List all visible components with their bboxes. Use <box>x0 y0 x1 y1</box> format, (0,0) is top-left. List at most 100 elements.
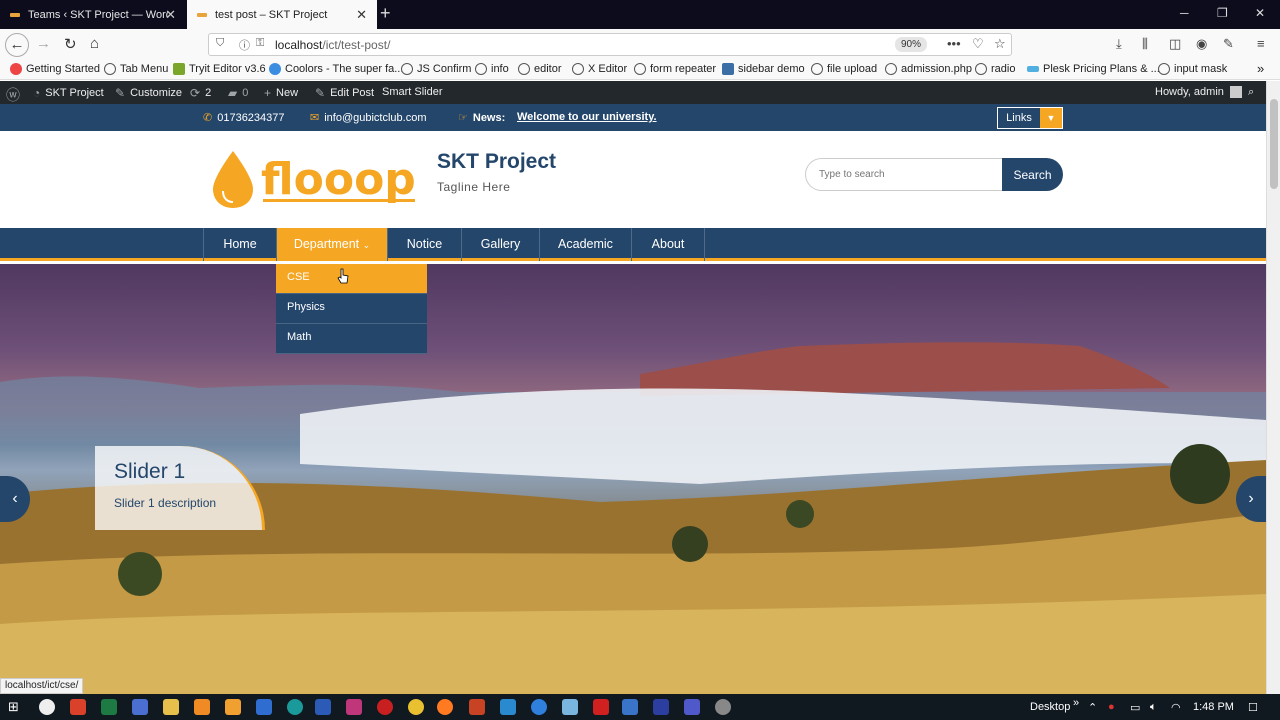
bookmark-item[interactable]: info <box>475 63 509 75</box>
admin-search-icon[interactable]: ⌕ <box>1248 86 1254 99</box>
close-tab-icon[interactable]: ✕ <box>356 7 367 23</box>
wifi-icon[interactable]: ◠ <box>1171 701 1181 714</box>
search-button[interactable]: Search <box>1002 158 1063 191</box>
taskbar-app-icon[interactable] <box>225 699 241 715</box>
bookmark-star-icon[interactable]: ☆ <box>994 36 1006 52</box>
admin-customize-link[interactable]: ✎ Customize <box>115 86 182 100</box>
admin-new-link[interactable]: + New <box>264 86 298 100</box>
taskbar-app-icon[interactable] <box>315 699 331 715</box>
taskbar-app-icon[interactable] <box>287 699 303 715</box>
dropdown-item-cse[interactable]: CSE <box>276 264 427 294</box>
bookmark-item[interactable]: Tryit Editor v3.6 <box>173 63 266 75</box>
taskbar-app-icon[interactable] <box>653 699 669 715</box>
downloads-icon[interactable]: ⤓ <box>1116 36 1122 52</box>
account-icon[interactable]: ◉ <box>1196 36 1207 52</box>
admin-smart-slider-link[interactable]: Smart Slider <box>382 86 443 98</box>
bookmark-item[interactable]: Coolors - The super fa... <box>269 63 403 75</box>
news-link[interactable]: Welcome to our university. <box>517 111 657 123</box>
url-bar[interactable]: ⛉ ⓘ ⚿ localhost/ict/test-post/ 90% ••• ♡… <box>208 33 1012 56</box>
info-icon[interactable]: ⓘ <box>239 37 250 53</box>
dropdown-item-math[interactable]: Math <box>276 324 427 354</box>
bookmark-item[interactable]: Getting Started <box>10 63 100 75</box>
bookmark-item[interactable]: sidebar demo <box>722 63 805 75</box>
permissions-icon[interactable]: ⚿ <box>256 37 264 50</box>
taskbar-app-icon[interactable] <box>469 699 485 715</box>
home-icon[interactable]: ⌂ <box>90 35 99 52</box>
taskbar-app-icon[interactable] <box>346 699 362 715</box>
nav-item-department[interactable]: Department ⌄ <box>276 228 387 261</box>
site-logo[interactable]: flooop <box>211 149 421 214</box>
admin-updates-link[interactable]: ⟳ 2 <box>190 86 211 100</box>
taskbar-app-icon[interactable] <box>194 699 210 715</box>
nav-item-about[interactable]: About <box>631 228 705 261</box>
zoom-level[interactable]: 90% <box>895 37 928 52</box>
taskbar-app-icon[interactable] <box>70 699 86 715</box>
taskbar-app-icon[interactable] <box>377 699 393 715</box>
bookmark-item[interactable]: JS Confirm <box>401 63 471 75</box>
admin-comments-link[interactable]: ▰ 0 <box>228 86 248 100</box>
tray-up-arrow-icon[interactable]: ⌃ <box>1088 701 1097 714</box>
taskbar-app-icon[interactable] <box>132 699 148 715</box>
minimize-icon[interactable]: ─ <box>1180 6 1189 20</box>
record-icon[interactable]: ● <box>1108 701 1115 713</box>
page-scrollbar[interactable] <box>1266 81 1280 694</box>
bookmark-item[interactable]: Plesk Pricing Plans & ... <box>1027 63 1160 75</box>
taskbar-app-icon[interactable] <box>256 699 272 715</box>
taskbar-app-icon[interactable] <box>622 699 638 715</box>
nav-item-home[interactable]: Home <box>203 228 276 261</box>
bookmark-item[interactable]: Tab Menu <box>104 63 168 75</box>
notifications-icon[interactable]: ☐ <box>1248 701 1258 714</box>
close-tab-icon[interactable]: ✕ <box>165 7 176 23</box>
bookmark-item[interactable]: editor <box>518 63 562 75</box>
bookmark-item[interactable]: X Editor <box>572 63 627 75</box>
search-input[interactable] <box>805 158 1005 191</box>
scrollbar-thumb[interactable] <box>1270 99 1278 189</box>
taskbar-desktop-label[interactable]: Desktop <box>1030 701 1070 713</box>
forward-icon[interactable]: → <box>36 35 51 52</box>
links-dropdown-button[interactable]: Links ▼ <box>997 107 1063 129</box>
admin-site-link[interactable]: ◔ SKT Project <box>33 86 104 100</box>
taskbar-app-icon[interactable] <box>562 699 578 715</box>
taskbar-app-icon[interactable] <box>101 699 117 715</box>
bookmark-item[interactable]: admission.php <box>885 63 972 75</box>
taskbar-app-icon[interactable] <box>593 699 609 715</box>
windows-start-icon[interactable]: ⊞ <box>8 699 24 715</box>
shield-icon[interactable]: ⛉ <box>216 37 224 50</box>
admin-account-menu[interactable]: Howdy, admin <box>1155 86 1242 98</box>
site-title[interactable]: SKT Project <box>437 150 556 174</box>
bookmark-item[interactable]: form repeater <box>634 63 716 75</box>
more-bookmarks-icon[interactable]: » <box>1257 61 1264 76</box>
reload-icon[interactable]: ↻ <box>64 35 77 53</box>
library-icon[interactable]: ⫼ <box>1142 36 1148 52</box>
battery-icon[interactable]: ▭ <box>1130 701 1140 714</box>
dropdown-item-physics[interactable]: Physics <box>276 294 427 324</box>
wordpress-logo-icon[interactable]: ⓦ <box>6 85 20 105</box>
admin-edit-post-link[interactable]: ✎ Edit Post <box>315 86 374 100</box>
close-window-icon[interactable]: ✕ <box>1255 6 1265 20</box>
menu-icon[interactable]: ≡ <box>1257 36 1265 51</box>
taskbar-app-icon[interactable] <box>715 699 731 715</box>
url-text[interactable]: localhost/ict/test-post/ <box>275 38 390 52</box>
taskbar-app-icon[interactable] <box>500 699 516 715</box>
page-actions-icon[interactable]: ••• <box>947 36 961 51</box>
contact-email[interactable]: ✉ info@gubictclub.com <box>310 111 427 125</box>
nav-item-notice[interactable]: Notice <box>387 228 461 261</box>
maximize-icon[interactable]: ❐ <box>1217 6 1228 20</box>
sidebar-icon[interactable]: ◫ <box>1169 36 1181 52</box>
taskbar-app-icon[interactable] <box>163 699 179 715</box>
new-tab-button[interactable]: + <box>380 3 391 24</box>
taskbar-app-icon[interactable] <box>39 699 55 715</box>
taskbar-firefox-icon[interactable] <box>437 699 453 715</box>
back-icon[interactable]: ← <box>5 33 29 57</box>
extension-icon[interactable]: ✎ <box>1223 36 1234 52</box>
bookmark-item[interactable]: file upload <box>811 63 877 75</box>
bookmark-item[interactable]: radio <box>975 63 1015 75</box>
taskbar-app-icon[interactable] <box>408 699 424 715</box>
tab-test-post[interactable]: test post – SKT Project ✕ <box>187 0 377 29</box>
pocket-icon[interactable]: ♡ <box>972 36 984 52</box>
taskbar-app-icon[interactable] <box>684 699 700 715</box>
taskbar-app-icon[interactable] <box>531 699 547 715</box>
nav-item-gallery[interactable]: Gallery <box>461 228 539 261</box>
bookmark-item[interactable]: input mask <box>1158 63 1227 75</box>
nav-item-academic[interactable]: Academic <box>539 228 631 261</box>
